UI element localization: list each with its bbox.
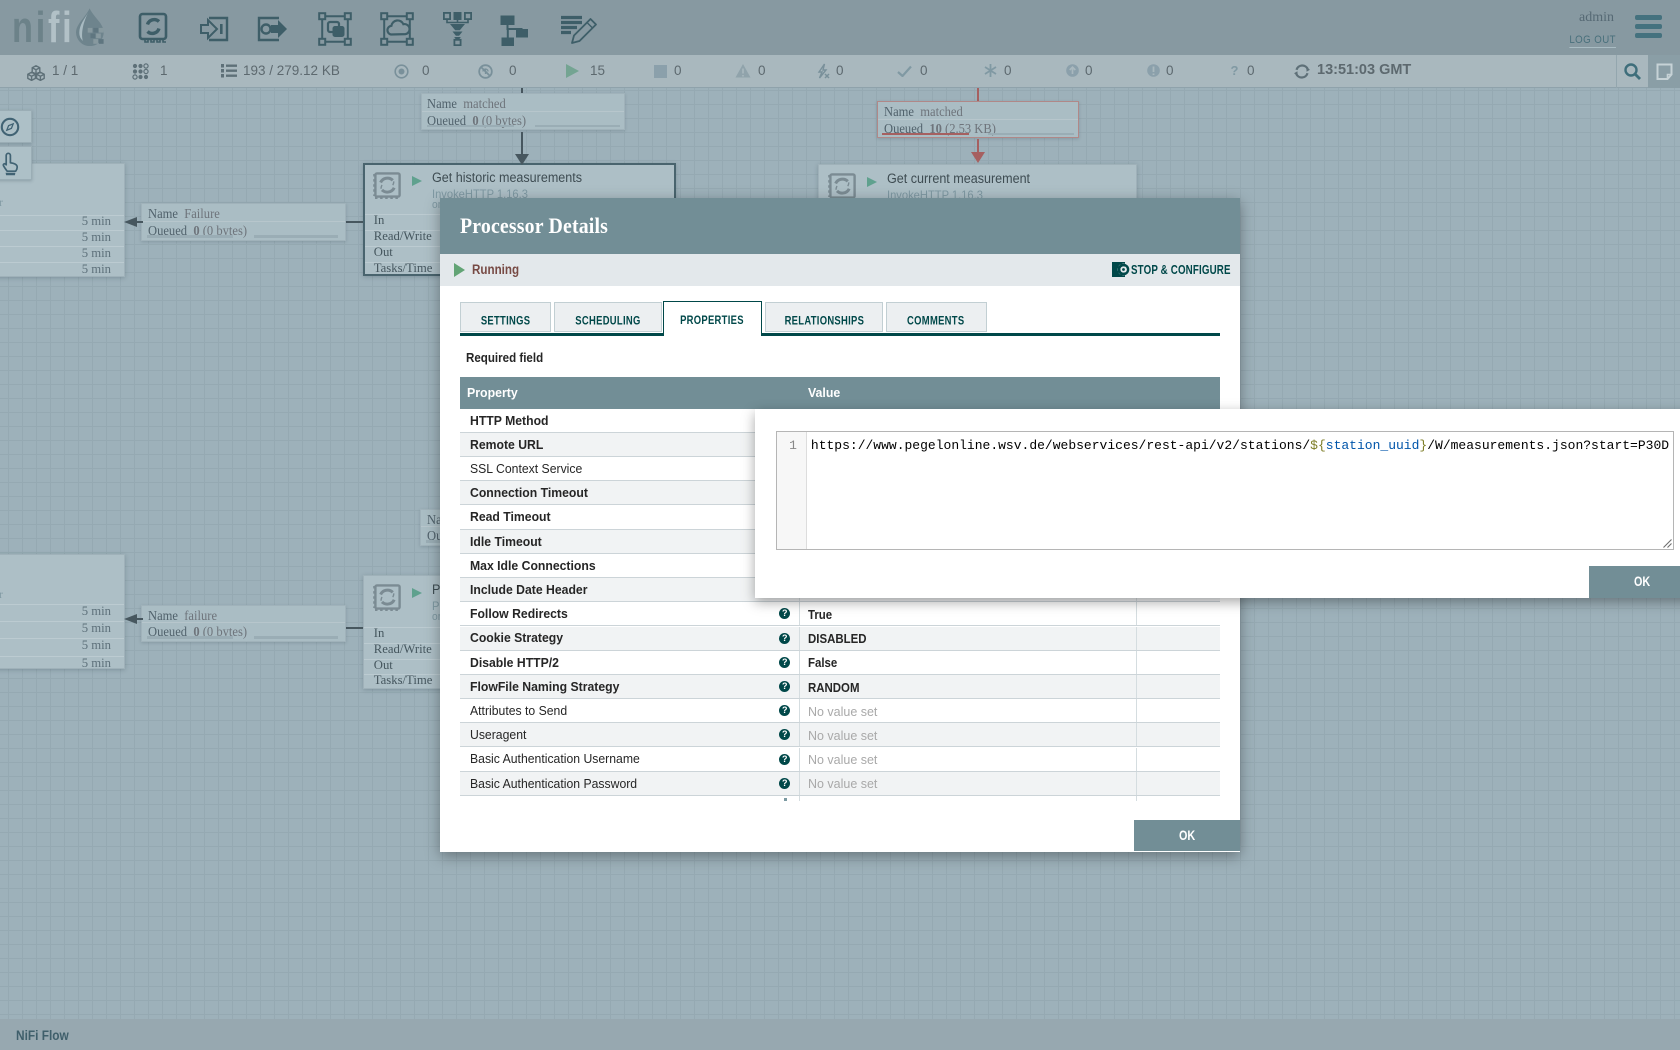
svg-text:?: ? [1231,63,1239,78]
